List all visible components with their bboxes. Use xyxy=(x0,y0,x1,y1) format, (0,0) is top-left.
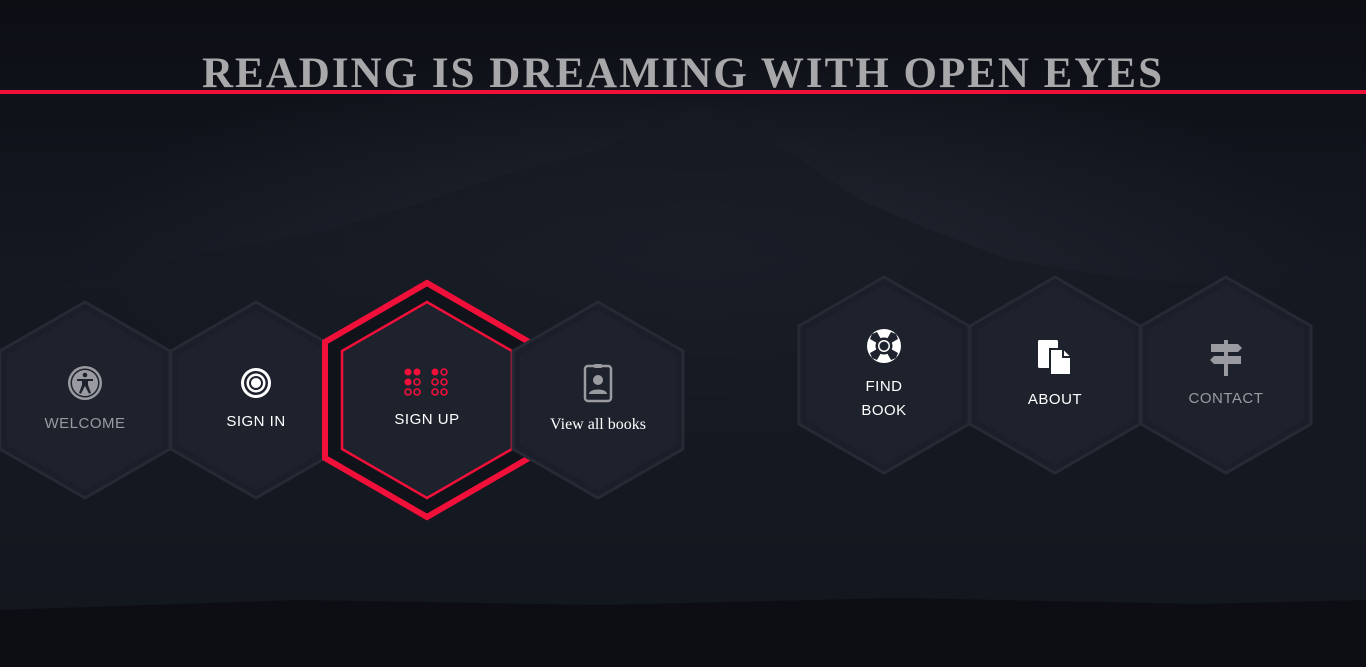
nav-about-label: ABOUT xyxy=(1027,391,1083,408)
nav-about[interactable]: ABOUT xyxy=(955,275,1155,475)
nav-welcome-label: WELCOME xyxy=(44,415,126,432)
title-underline xyxy=(0,90,1366,94)
signpost-icon xyxy=(1210,340,1242,376)
nav-find-book[interactable]: FIND BOOK xyxy=(784,275,984,475)
nav-sign-up-label: SIGN UP xyxy=(394,411,460,428)
nav-sign-in-label: SIGN IN xyxy=(226,413,286,430)
nav-view-all-books[interactable]: View all books xyxy=(498,300,698,500)
nav-contact-label: CONTACT xyxy=(1188,390,1264,407)
nav-find-book-label-line1: FIND xyxy=(865,378,903,395)
nav-contact[interactable]: CONTACT xyxy=(1126,275,1326,475)
nav-find-book-label: FIND BOOK xyxy=(861,375,906,423)
document-copy-icon xyxy=(1038,340,1072,376)
id-badge-icon xyxy=(583,364,613,403)
accessibility-icon xyxy=(68,366,102,400)
life-ring-icon xyxy=(867,329,901,363)
nav-sign-up[interactable]: SIGN UP xyxy=(322,279,532,521)
target-icon xyxy=(241,368,271,398)
dots-grid-icon xyxy=(404,368,448,396)
nav-view-all-books-label: View all books xyxy=(550,416,646,433)
nav-find-book-label-line2: BOOK xyxy=(861,402,907,419)
